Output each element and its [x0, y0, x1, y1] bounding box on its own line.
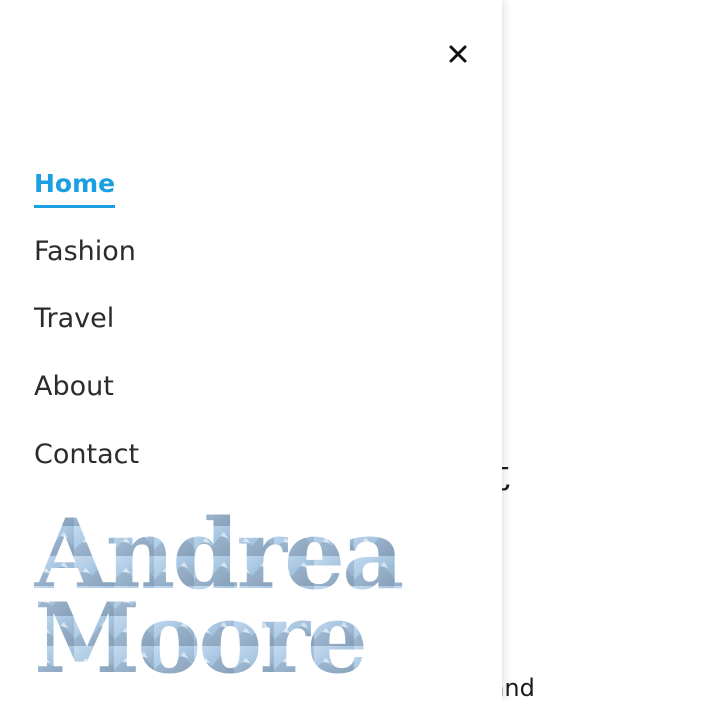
nav-link-home[interactable]: Home	[34, 166, 116, 208]
nav-item-contact: Contact	[34, 437, 139, 505]
page: ruest r place and Home Fashion Travel Ab…	[0, 0, 718, 701]
logo-graphic: Andrea Moore	[34, 498, 405, 681]
nav-link-about[interactable]: About	[34, 369, 114, 405]
nav-item-home: Home	[34, 166, 139, 234]
nav-link-fashion[interactable]: Fashion	[34, 234, 136, 270]
close-icon	[449, 45, 467, 63]
site-logo[interactable]: Andrea Moore	[34, 496, 414, 681]
nav-link-travel[interactable]: Travel	[34, 301, 114, 337]
navigation-drawer: Home Fashion Travel About Contact Andrea…	[0, 0, 502, 701]
logo-line-2: Moore	[34, 582, 365, 681]
nav-item-travel: Travel	[34, 301, 139, 369]
nav-menu: Home Fashion Travel About Contact	[34, 166, 139, 504]
nav-item-about: About	[34, 369, 139, 437]
nav-item-fashion: Fashion	[34, 234, 139, 302]
nav-link-contact[interactable]: Contact	[34, 437, 139, 473]
close-button[interactable]	[440, 36, 476, 72]
